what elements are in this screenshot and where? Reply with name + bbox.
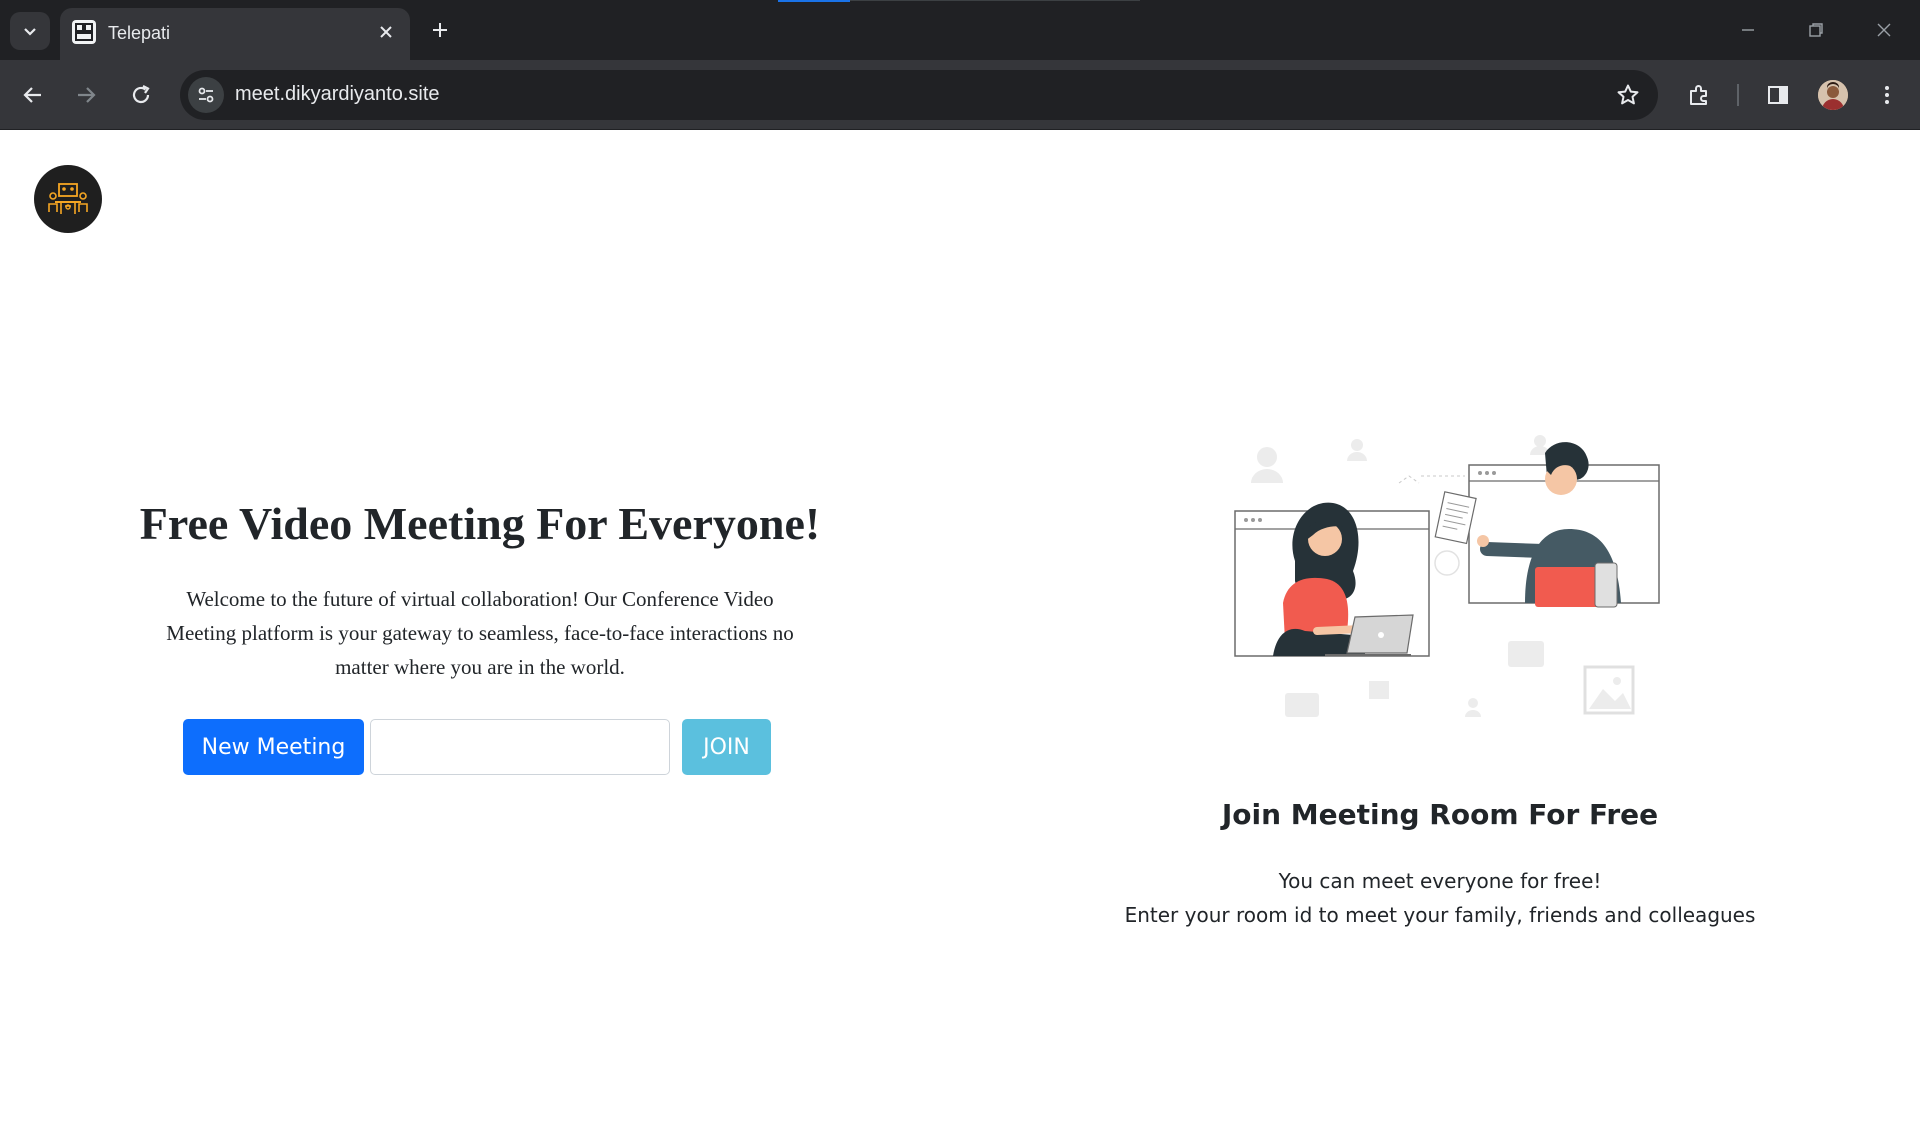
close-icon	[380, 26, 392, 38]
star-icon	[1617, 84, 1639, 105]
forward-button[interactable]	[67, 76, 105, 114]
telepati-logo[interactable]	[34, 165, 102, 233]
reload-button[interactable]	[122, 76, 160, 114]
arrow-left-icon	[23, 87, 41, 103]
meeting-table-icon	[48, 183, 88, 214]
new-meeting-button[interactable]: New Meeting	[183, 719, 364, 775]
url-text[interactable]: meet.dikyardiyanto.site	[235, 83, 440, 106]
join-info-title: Join Meeting Room For Free	[1221, 798, 1659, 831]
side-panel-icon	[1768, 86, 1788, 104]
browser-tabstrip: Telepati	[0, 0, 1920, 60]
video-meeting-illustration	[1234, 435, 1660, 717]
plus-icon	[433, 23, 447, 37]
profile-avatar[interactable]	[1818, 80, 1848, 110]
close-window-button[interactable]	[1856, 10, 1912, 50]
page-content: Free Video Meeting For Everyone! Welcome…	[0, 131, 1920, 1134]
close-icon	[1877, 23, 1891, 37]
avatar-icon	[1818, 80, 1848, 110]
restore-icon	[1809, 23, 1823, 37]
extensions-button[interactable]	[1680, 76, 1718, 114]
puzzle-icon	[1690, 85, 1707, 105]
loading-indicator	[778, 0, 850, 2]
browser-menu-button[interactable]	[1868, 76, 1906, 114]
side-panel-button[interactable]	[1759, 76, 1797, 114]
arrow-right-icon	[78, 87, 96, 103]
address-bar[interactable]: meet.dikyardiyanto.site	[180, 70, 1658, 120]
room-id-input[interactable]	[370, 719, 670, 775]
site-info-button[interactable]	[188, 77, 224, 113]
minimize-icon	[1742, 29, 1754, 31]
hero-title: Free Video Meeting For Everyone!	[139, 498, 821, 549]
loading-track	[850, 0, 1140, 1]
browser-tab[interactable]: Telepati	[60, 8, 410, 60]
new-tab-button[interactable]	[422, 12, 458, 48]
minimize-button[interactable]	[1720, 10, 1776, 50]
telepati-favicon-icon	[72, 20, 96, 44]
restore-button[interactable]	[1788, 10, 1844, 50]
toolbar-divider	[1737, 84, 1739, 106]
browser-toolbar: meet.dikyardiyanto.site	[0, 60, 1920, 130]
tab-search-button[interactable]	[10, 12, 50, 50]
join-info-line-1: You can meet everyone for free!	[1278, 869, 1602, 893]
chevron-down-icon	[24, 28, 36, 36]
tab-title: Telepati	[108, 23, 171, 43]
tab-close-button[interactable]	[372, 18, 400, 46]
kebab-menu-icon	[1885, 86, 1889, 104]
reload-icon	[132, 85, 150, 104]
hero-description: Welcome to the future of virtual collabo…	[166, 587, 794, 679]
join-info-description: You can meet everyone for free! Enter yo…	[1040, 864, 1840, 932]
back-button[interactable]	[14, 76, 52, 114]
join-button[interactable]: JOIN	[682, 719, 771, 775]
join-info-line-2: Enter your room id to meet your family, …	[1124, 903, 1756, 927]
bookmark-button[interactable]	[1612, 79, 1644, 111]
tune-icon	[198, 87, 214, 103]
